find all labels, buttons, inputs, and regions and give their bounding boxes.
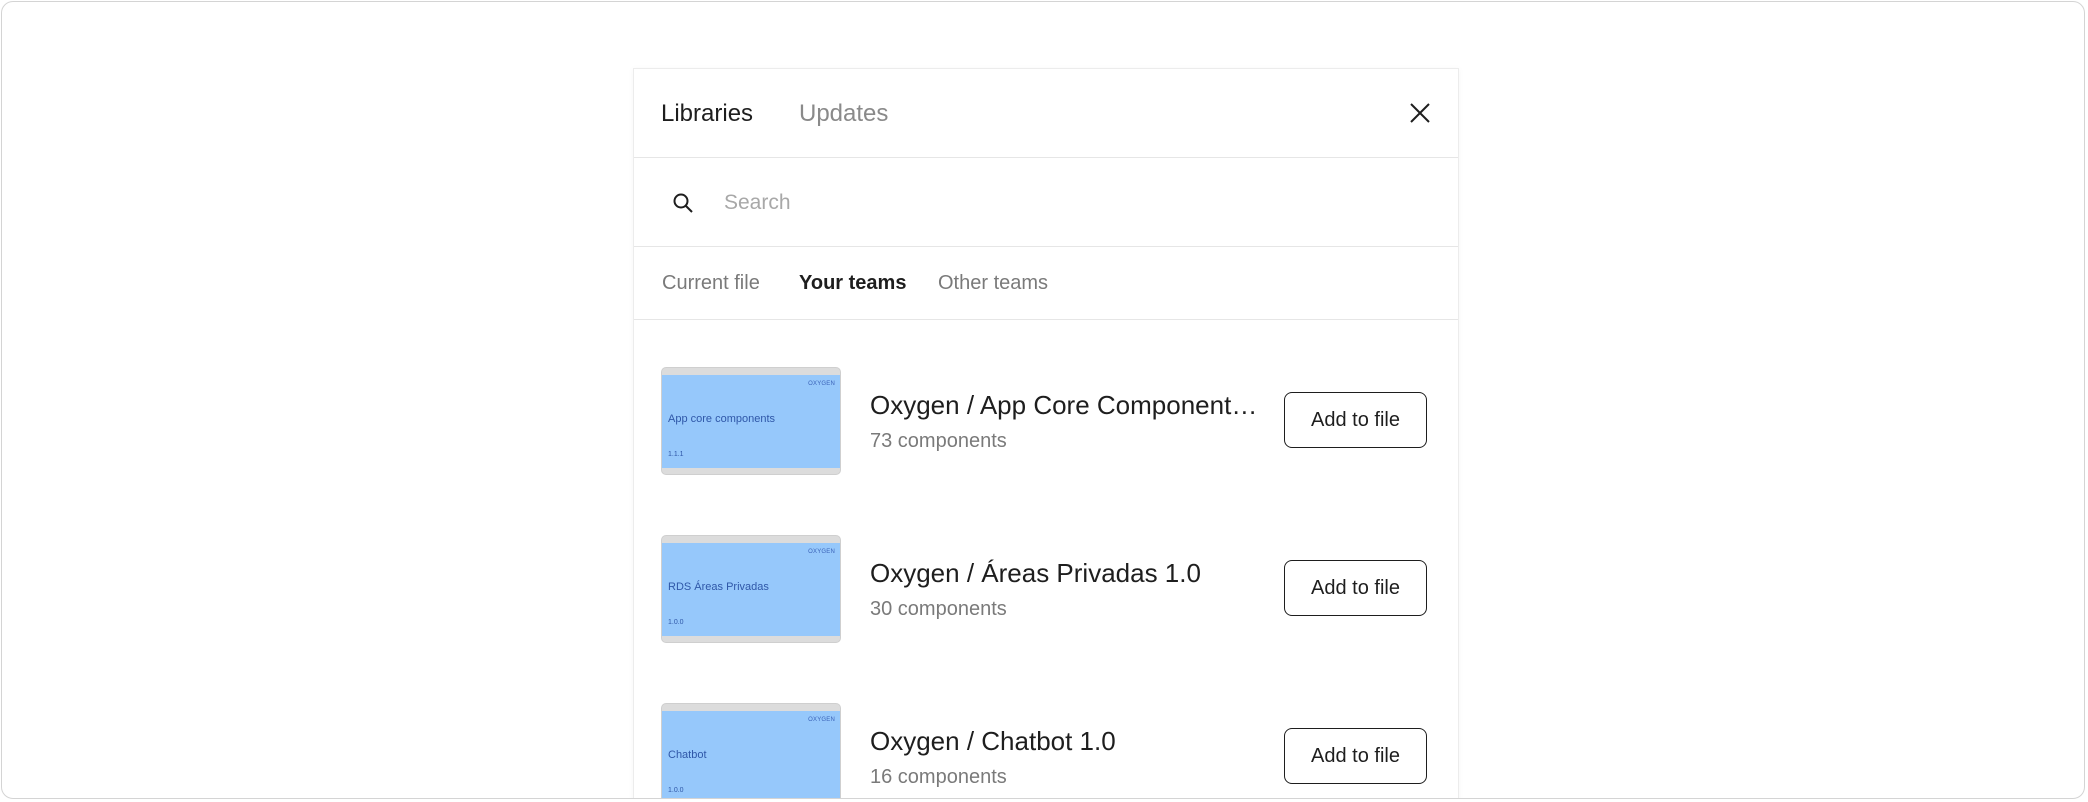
thumbnail-version: 1.1.1 <box>668 451 684 458</box>
library-item: OXYGEN App core components 1.1.1 Oxygen … <box>634 367 1460 477</box>
component-count: 73 components <box>870 430 1007 452</box>
library-item: OXYGEN RDS Áreas Privadas 1.0.0 Oxygen /… <box>634 535 1460 645</box>
team-filter-tabs: Current file Your teams Other teams <box>634 247 1458 320</box>
thumbnail-brand: OXYGEN <box>808 549 835 555</box>
tab-your-teams[interactable]: Your teams <box>799 271 906 295</box>
library-name: Oxygen / Áreas Privadas 1.0 <box>870 558 1201 588</box>
tab-libraries[interactable]: Libraries <box>661 100 753 128</box>
libraries-modal: Libraries Updates Current file Your team… <box>633 68 1460 798</box>
thumbnail-version: 1.0.0 <box>668 787 684 794</box>
library-thumbnail: OXYGEN Chatbot 1.0.0 <box>661 703 841 798</box>
modal-header: Libraries Updates <box>634 69 1458 158</box>
close-icon[interactable] <box>1408 101 1432 125</box>
thumbnail-version: 1.0.0 <box>668 619 684 626</box>
component-count: 16 components <box>870 766 1007 788</box>
library-name: Oxygen / Chatbot 1.0 <box>870 726 1116 756</box>
add-to-file-button[interactable]: Add to file <box>1284 728 1427 784</box>
thumbnail-title: RDS Áreas Privadas <box>668 581 769 593</box>
library-thumbnail: OXYGEN RDS Áreas Privadas 1.0.0 <box>661 535 841 643</box>
thumbnail-brand: OXYGEN <box>808 381 835 387</box>
tab-current-file[interactable]: Current file <box>662 271 760 295</box>
thumbnail-title: App core components <box>668 413 776 425</box>
add-to-file-button[interactable]: Add to file <box>1284 560 1427 616</box>
search-input[interactable] <box>722 180 1406 226</box>
app-frame: Libraries Updates Current file Your team… <box>1 1 2085 799</box>
library-item: OXYGEN Chatbot 1.0.0 Oxygen / Chatbot 1.… <box>634 703 1460 798</box>
tab-updates[interactable]: Updates <box>799 100 888 128</box>
add-to-file-button[interactable]: Add to file <box>1284 392 1427 448</box>
library-name: Oxygen / App Core Components 1.1.1 <box>870 390 1260 420</box>
library-thumbnail: OXYGEN App core components 1.1.1 <box>661 367 841 475</box>
search-icon <box>673 193 693 213</box>
thumbnail-brand: OXYGEN <box>808 717 835 723</box>
tab-other-teams[interactable]: Other teams <box>938 271 1048 295</box>
search-bar <box>634 158 1458 247</box>
thumbnail-title: Chatbot <box>668 749 707 761</box>
component-count: 30 components <box>870 598 1007 620</box>
